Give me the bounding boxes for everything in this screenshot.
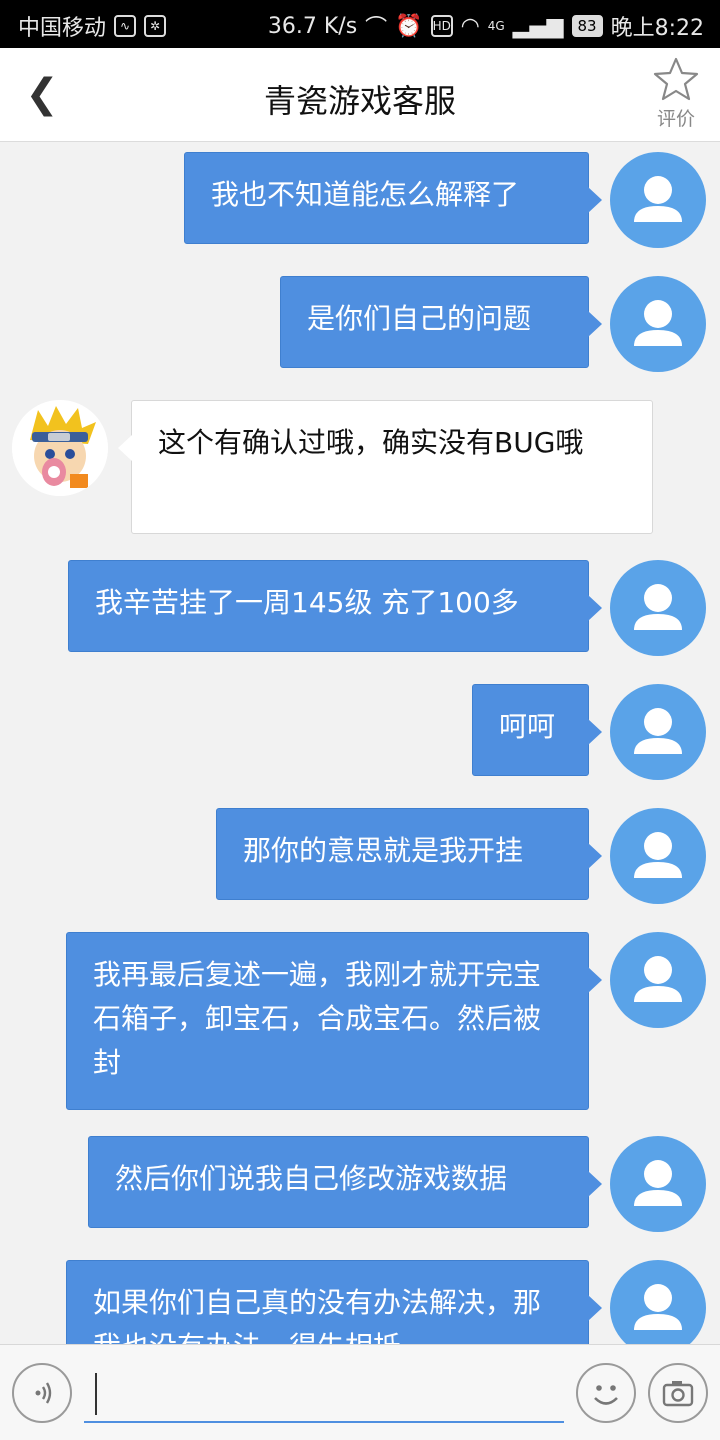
notification-icon: ✲ [144, 15, 167, 37]
user-avatar[interactable] [610, 1260, 706, 1344]
message-text: 这个有确认过哦，确实没有BUG哦 [158, 426, 584, 459]
user-message-bubble: 然后你们说我自己修改游戏数据 [88, 1136, 602, 1228]
wifi-icon: ◠ [460, 13, 480, 39]
page-title: 青瓷游戏客服 [263, 82, 456, 120]
message-text: 我也不知道能怎么解释了 [211, 178, 520, 211]
user-message-bubble: 我也不知道能怎么解释了 [184, 152, 602, 244]
user-icon [634, 176, 682, 222]
user-message-bubble: 我辛苦挂了一周145级 充了100多 [68, 560, 602, 652]
user-message-bubble: 呵呵 [472, 684, 602, 776]
camera-icon [662, 1381, 694, 1407]
user-avatar[interactable] [610, 684, 706, 780]
rate-button[interactable]: 评价 [648, 56, 704, 134]
signal-label: 4G [487, 19, 505, 33]
user-avatar[interactable] [610, 932, 706, 1028]
app-header: ❮ 青瓷游戏客服 评价 [0, 48, 720, 142]
user-icon [634, 832, 682, 878]
message-text: 呵呵 [499, 710, 556, 743]
message-text: 我再最后复述一遍，我刚才就开完宝石箱子，卸宝石，合成宝石。然后被封 [93, 958, 542, 1079]
message-text: 那你的意思就是我开挂 [243, 834, 524, 867]
rate-label: 评价 [656, 108, 695, 130]
message-input[interactable] [84, 1367, 564, 1423]
emoji-button[interactable] [576, 1363, 636, 1423]
user-message-bubble: 我再最后复述一遍，我刚才就开完宝石箱子，卸宝石，合成宝石。然后被封 [66, 932, 602, 1110]
voice-button[interactable] [12, 1363, 72, 1423]
user-icon [634, 1160, 682, 1206]
user-avatar[interactable] [610, 560, 706, 656]
user-message-bubble: 如果你们自己真的没有办法解决，那我也没有办法，得失相抵 [66, 1260, 602, 1344]
emoji-icon [594, 1385, 618, 1405]
activity-icon: ∿ [114, 15, 137, 37]
user-message-bubble: 那你的意思就是我开挂 [216, 808, 602, 900]
text-cursor [95, 1373, 97, 1415]
support-avatar[interactable] [12, 400, 108, 496]
user-message-bubble: 是你们自己的问题 [280, 276, 602, 368]
user-icon [634, 300, 682, 346]
status-bar: 中国移动 ∿ ✲ 36.7 K/s ⌒ ⏰ HD ◠ 4G ▂▄▆ 83 晚上8… [0, 0, 720, 48]
battery-indicator: 83 [571, 15, 603, 37]
ninja-avatar-icon [12, 400, 108, 496]
clock: 晚上8:22 [610, 16, 704, 41]
star-icon [653, 57, 699, 101]
chat-list[interactable]: 我也不知道能怎么解释了 是你们自己的问题 这个有确认过哦，确实没有BUG哦 我辛… [0, 142, 720, 1344]
voice-icon [35, 1382, 52, 1404]
support-message-bubble: 这个有确认过哦，确实没有BUG哦 [118, 400, 653, 534]
alarm-icon: ⏰ [395, 13, 423, 39]
message-text: 如果你们自己真的没有办法解决，那我也没有办法，得失相抵 [93, 1286, 542, 1344]
user-avatar[interactable] [610, 1136, 706, 1232]
input-bar [0, 1344, 720, 1440]
carrier-label: 中国移动 [18, 16, 107, 41]
network-speed: 36.7 K/s [267, 13, 358, 39]
message-text: 然后你们说我自己修改游戏数据 [115, 1162, 508, 1195]
user-icon [634, 956, 682, 1002]
user-avatar[interactable] [610, 276, 706, 372]
signal-icon: ▂▄▆ [512, 13, 564, 39]
user-icon [634, 584, 682, 630]
user-avatar[interactable] [610, 152, 706, 248]
user-icon [634, 708, 682, 754]
hd-icon: HD [430, 15, 453, 37]
user-icon [634, 1284, 682, 1330]
message-text: 我辛苦挂了一周145级 充了100多 [95, 586, 519, 619]
headset-icon: ⌒ [365, 16, 388, 41]
message-text: 是你们自己的问题 [307, 302, 532, 335]
camera-button[interactable] [648, 1363, 708, 1423]
user-avatar[interactable] [610, 808, 706, 904]
